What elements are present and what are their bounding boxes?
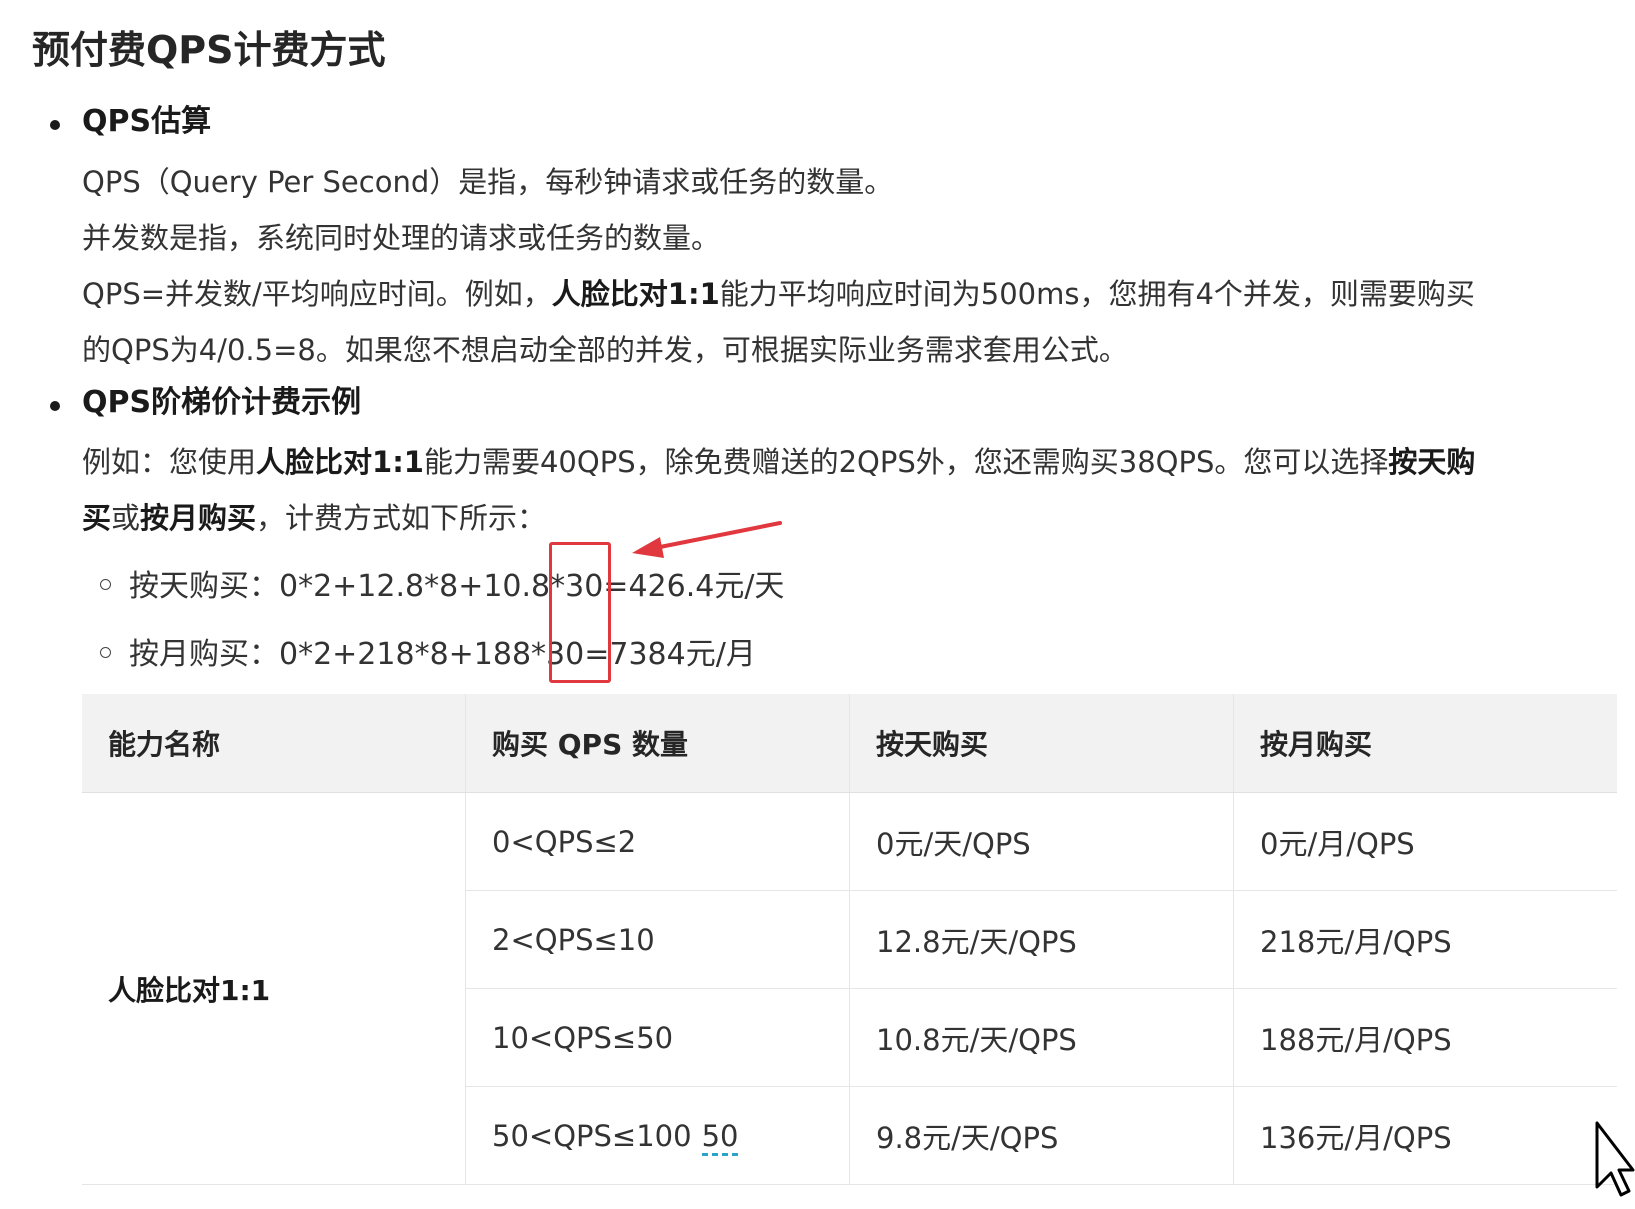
- column-header: 购买 QPS 数量: [465, 694, 850, 793]
- billing-example-paragraph: 例如：您使用人脸比对1:1能力需要40QPS，除免费赠送的2QPS外，您还需购买…: [82, 434, 1615, 546]
- daily-price-cell: 12.8元/天/QPS: [849, 890, 1234, 989]
- monthly-calc-text: 按月购买：0*2+218*8+188*30=7384元/月: [129, 637, 756, 672]
- bold-text: 按月购买: [140, 501, 257, 535]
- bold-text: 人脸比对1:1: [551, 277, 720, 311]
- ability-name-cell: 人脸比对1:1: [82, 792, 466, 1185]
- monthly-price-cell: 0元/月/QPS: [1233, 792, 1617, 891]
- bold-text: 买: [82, 501, 112, 535]
- circle-bullet-icon: [100, 579, 111, 590]
- highlight-box: [549, 542, 611, 683]
- section-heading-qps-estimate: QPS估算: [82, 104, 212, 139]
- text-span: 或: [111, 501, 141, 535]
- qps-range-text: 50<QPS≤100: [492, 1118, 692, 1153]
- text-span: 例如：您使用: [82, 445, 257, 479]
- qps-definition: QPS（Query Per Second）是指，每秒钟请求或任务的数量。: [82, 165, 894, 199]
- circle-bullet-icon: [100, 647, 111, 658]
- daily-price-cell: 10.8元/天/QPS: [849, 988, 1234, 1087]
- column-header: 按天购买: [849, 694, 1234, 793]
- daily-price-cell: 0元/天/QPS: [849, 792, 1234, 891]
- mouse-cursor-icon: [1595, 1121, 1635, 1197]
- monthly-calc-item: 按月购买：0*2+218*8+188*30=7384元/月: [100, 633, 756, 677]
- text-span: 的QPS为4/0.5=8。如果您不想启动全部的并发，可根据实际业务需求套用公式。: [82, 333, 1128, 367]
- qps-formula-paragraph: QPS=并发数/平均响应时间。例如，人脸比对1:1能力平均响应时间为500ms，…: [82, 266, 1615, 378]
- text-span: ，计费方式如下所示：: [256, 501, 547, 535]
- bullet-icon: [50, 401, 60, 411]
- concurrency-definition: 并发数是指，系统同时处理的请求或任务的数量。: [82, 221, 721, 255]
- column-header: 按月购买: [1233, 694, 1617, 793]
- bold-text: 人脸比对1:1: [256, 445, 424, 479]
- bullet-icon: [50, 120, 60, 130]
- text-span: 能力需要40QPS，除免费赠送的2QPS外，您还需购买38QPS。您可以选择: [423, 445, 1389, 479]
- table-row: 人脸比对1:1 0<QPS≤2 0元/天/QPS 0元/月/QPS: [82, 792, 1617, 1185]
- monthly-price-cell: 136元/月/QPS: [1233, 1086, 1617, 1185]
- page-title: 预付费QPS计费方式: [32, 28, 386, 72]
- qps-range-cell: 50<QPS≤100 50: [465, 1086, 850, 1185]
- text-span: QPS=并发数/平均响应时间。例如，: [82, 277, 552, 311]
- monthly-price-cell: 188元/月/QPS: [1233, 988, 1617, 1087]
- monthly-price-cell: 218元/月/QPS: [1233, 890, 1617, 989]
- qps-range-cell: 2<QPS≤10: [465, 890, 850, 989]
- pricing-table: 能力名称 购买 QPS 数量 按天购买 按月购买 人脸比对1:1 0<QPS≤2…: [82, 694, 1617, 1185]
- daily-calc-item: 按天购买：0*2+12.8*8+10.8*30=426.4元/天: [100, 565, 784, 609]
- table-header-row: 能力名称 购买 QPS 数量 按天购买 按月购买: [82, 694, 1617, 793]
- column-header: 能力名称: [82, 694, 466, 793]
- daily-price-cell: 9.8元/天/QPS: [849, 1086, 1234, 1185]
- qps-range-cell: 10<QPS≤50: [465, 988, 850, 1087]
- qps-range-cell: 0<QPS≤2: [465, 792, 850, 891]
- bold-text: 按天购: [1388, 445, 1476, 479]
- section-heading-tiered-billing: QPS阶梯价计费示例: [82, 385, 362, 420]
- text-span: 能力平均响应时间为500ms，您拥有4个并发，则需要购买: [719, 277, 1475, 311]
- daily-calc-text: 按天购买：0*2+12.8*8+10.8*30=426.4元/天: [129, 569, 785, 604]
- qps-extra-text: 50: [701, 1118, 739, 1156]
